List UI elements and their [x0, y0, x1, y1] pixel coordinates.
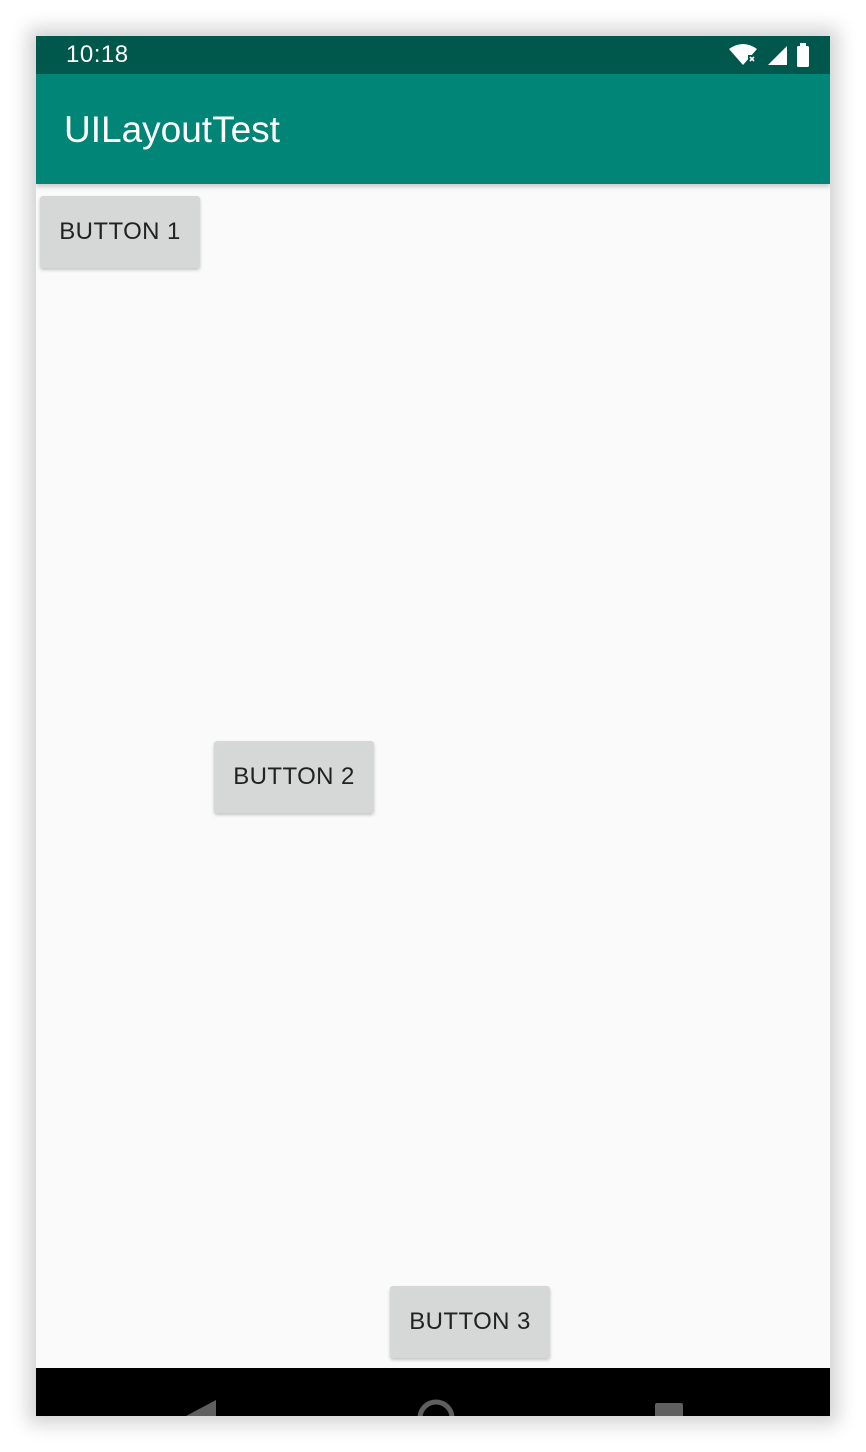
status-icons [728, 40, 810, 70]
status-time: 10:18 [66, 41, 129, 68]
app-title: UILayoutTest [64, 109, 280, 150]
cell-signal-icon [766, 44, 788, 66]
button-3[interactable]: BUTTON 3 [390, 1286, 550, 1358]
phone-screen: 10:18 UILayoutTest BUTTON 1 BUTTON 2 BUT… [36, 36, 830, 1416]
back-icon[interactable] [182, 1398, 218, 1416]
wifi-icon [728, 43, 758, 67]
button-2[interactable]: BUTTON 2 [214, 741, 374, 813]
battery-icon [796, 43, 810, 67]
home-icon[interactable] [416, 1398, 456, 1416]
button-1[interactable]: BUTTON 1 [40, 196, 200, 268]
navigation-bar [36, 1368, 830, 1416]
app-bar: UILayoutTest [36, 74, 830, 184]
recents-icon[interactable] [654, 1402, 684, 1416]
status-bar: 10:18 [36, 36, 830, 74]
screenshot-stage: 10:18 UILayoutTest BUTTON 1 BUTTON 2 BUT… [0, 0, 866, 1452]
